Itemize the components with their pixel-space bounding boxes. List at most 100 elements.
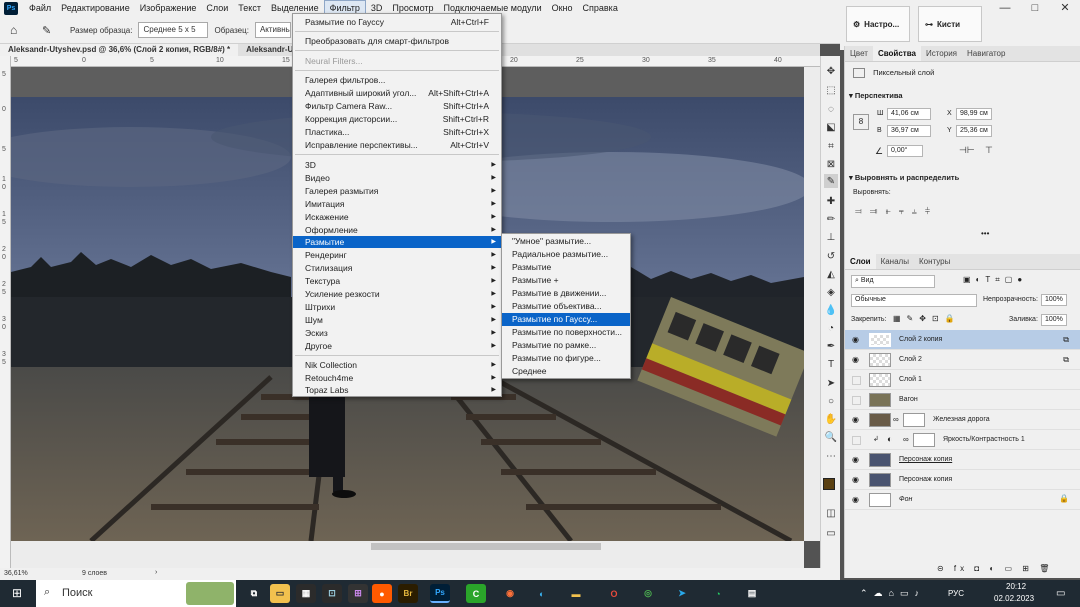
menu-help[interactable]: Справка [578, 0, 623, 17]
layer-mask-thumbnail[interactable] [913, 433, 935, 447]
pen-tool-icon[interactable]: ✒ [824, 339, 838, 353]
eyedropper-tool-icon[interactable]: ✎ [42, 24, 62, 37]
submenu-item-lens-blur[interactable]: Размытие объектива... [502, 300, 630, 313]
horizontal-scroll-thumb[interactable] [371, 543, 601, 550]
minimize-button[interactable]: — [990, 0, 1020, 17]
y-field[interactable]: 25,36 см [956, 125, 992, 137]
submenu-item-motion-blur[interactable]: Размытие в движении... [502, 287, 630, 300]
angle-field[interactable]: 0,00° [887, 145, 923, 157]
photoshop-icon[interactable]: Ps [430, 584, 450, 603]
layer-row[interactable]: ◉ Слой 2 ⧉ [845, 350, 1080, 370]
menu-item-nik-collection[interactable]: Nik Collection ▶ [293, 359, 501, 371]
telegram-icon[interactable]: ➤ [672, 584, 692, 603]
align-buttons-icon[interactable]: ⫤⫥⫦⫧⫨⫩ [855, 206, 938, 217]
menu-item-retouch4me[interactable]: Retouch4me ▶ [293, 372, 501, 384]
eye-icon[interactable]: ◉ [852, 336, 861, 344]
menu-item-sketch[interactable]: Эскиз ▶ [293, 327, 501, 339]
screen-mode-icon[interactable]: ▭ [824, 526, 838, 540]
file-explorer-icon[interactable]: ▭ [270, 584, 290, 603]
sample-size-select[interactable]: Среднее 5 х 5 [138, 22, 209, 38]
submenu-item-blur[interactable]: Размытие [502, 261, 630, 274]
tab-document-1[interactable]: Aleksandr-Utyshev.psd @ 36,6% (Слой 2 ко… [0, 44, 239, 56]
submenu-item-smart-blur[interactable]: "Умное" размытие... [502, 235, 630, 248]
menu-layers[interactable]: Слои [201, 0, 233, 17]
maximize-button[interactable]: □ [1020, 0, 1050, 17]
layer-row[interactable]: Слой 1 [845, 370, 1080, 390]
eye-hidden-icon[interactable] [852, 396, 861, 405]
tab-paths[interactable]: Контуры [914, 254, 955, 269]
tab-navigator[interactable]: Навигатор [962, 46, 1010, 61]
tab-properties[interactable]: Свойства [872, 46, 921, 61]
app-icon-2[interactable]: ⊡ [322, 584, 342, 603]
whatsapp-icon[interactable]: ◔ [708, 584, 728, 603]
firefox-icon[interactable]: ◉ [500, 584, 520, 603]
dodge-tool-icon[interactable]: ◔ [824, 321, 838, 335]
menu-item-video[interactable]: Видео ▶ [293, 172, 501, 184]
eye-hidden-icon[interactable] [852, 436, 861, 445]
edge-icon[interactable]: ◐ [532, 584, 552, 603]
flip-horizontal-icon[interactable]: ⊣⊢ [959, 145, 975, 156]
layer-row[interactable]: ◉ ∞ Железная дорога [845, 410, 1080, 430]
menu-item-filter-gallery[interactable]: Галерея фильтров... [293, 74, 501, 86]
shape-tool-icon[interactable]: ○ [824, 394, 838, 408]
opacity-field[interactable]: 100% [1041, 294, 1067, 306]
clone-stamp-icon[interactable]: ⊥ [824, 230, 838, 244]
move-tool-icon[interactable]: ✥ [824, 64, 838, 78]
fill-field[interactable]: 100% [1041, 314, 1067, 326]
menu-type[interactable]: Текст [233, 0, 266, 17]
menu-item-smart-filters[interactable]: Преобразовать для смарт-фильтров [293, 35, 501, 47]
menu-item-blur[interactable]: Размытие ▶ [293, 236, 501, 248]
layer-row[interactable]: ◉ Персонаж копия [845, 470, 1080, 490]
chrome-icon[interactable]: ◎ [638, 584, 658, 603]
crop-tool-icon[interactable]: ⌗ [824, 139, 838, 153]
quick-mask-icon[interactable]: ◫ [824, 506, 838, 520]
layers-bottom-icons[interactable]: ⊝ fx ◘ ◐ ▭ ⊞ 🗑 [937, 564, 1053, 573]
more-options[interactable]: ••• [981, 229, 989, 238]
folder-icon[interactable]: ▬ [566, 584, 586, 603]
language-indicator[interactable]: РУС [948, 589, 964, 598]
close-button[interactable]: ✕ [1050, 0, 1080, 17]
tab-layers[interactable]: Слои [845, 254, 876, 269]
quick-select-tool-icon[interactable]: ⬕ [824, 120, 838, 134]
eye-icon[interactable]: ◉ [852, 416, 861, 424]
zoom-level[interactable]: 36,61% [4, 570, 28, 577]
eye-icon[interactable]: ◉ [852, 456, 861, 464]
menu-window[interactable]: Окно [547, 0, 578, 17]
submenu-item-radial-blur[interactable]: Радиальное размытие... [502, 248, 630, 261]
artboard-tool-icon[interactable]: ⬚ [824, 83, 838, 97]
notifications-icon[interactable]: ▭ [1056, 588, 1065, 599]
width-field[interactable]: 41,06 см [887, 108, 931, 120]
menu-item-adaptive-wide-angle[interactable]: Адаптивный широкий угол... Alt+Shift+Ctrl… [293, 87, 501, 99]
opera-icon[interactable]: O [604, 584, 624, 603]
horizontal-scrollbar[interactable] [11, 541, 804, 568]
app-icon-3[interactable]: ⊞ [348, 584, 368, 603]
x-field[interactable]: 98,99 см [956, 108, 992, 120]
align-section[interactable]: ▾ Выровнять и распределить [849, 173, 959, 182]
eye-icon[interactable]: ◉ [852, 356, 861, 364]
lock-icons[interactable]: ▦✎✥⊡🔒 [893, 314, 961, 323]
menu-item-render[interactable]: Рендеринг ▶ [293, 249, 501, 261]
layer-row[interactable]: ◉ Персонаж копия [845, 450, 1080, 470]
blur-tool-icon[interactable]: 💧 [824, 303, 838, 317]
status-arrow-icon[interactable]: › [155, 569, 157, 576]
submenu-item-shape-blur[interactable]: Размытие по фигуре... [502, 352, 630, 365]
layer-mask-thumbnail[interactable] [903, 413, 925, 427]
menu-item-artistic[interactable]: Имитация ▶ [293, 198, 501, 210]
submenu-item-gaussian-blur[interactable]: Размытие по Гауссу... [502, 313, 630, 326]
layer-row[interactable]: ↲ ◐ ∞ Яркость/Контрастность 1 [845, 430, 1080, 450]
layer-filter-icons[interactable]: ▣◐T⌗▢● [963, 275, 1027, 285]
tab-channels[interactable]: Каналы [876, 254, 914, 269]
type-tool-icon[interactable]: T [824, 357, 838, 371]
brushes-panel-button[interactable]: ⊶ Кисти [918, 6, 982, 42]
menu-item-3d[interactable]: 3D ▶ [293, 159, 501, 171]
menu-item-last-filter[interactable]: Размытие по Гауссу Alt+Ctrl+F [293, 16, 501, 28]
menu-item-brush-strokes[interactable]: Штрихи ▶ [293, 301, 501, 313]
healing-brush-icon[interactable]: ✚ [824, 194, 838, 208]
edit-toolbar-icon[interactable]: ⋯ [824, 449, 838, 463]
layer-kind-filter[interactable]: ⌕ Вид [851, 275, 935, 288]
bridge-icon[interactable]: Br [398, 584, 418, 603]
home-icon[interactable]: ⌂ [10, 23, 28, 37]
menu-item-blur-gallery[interactable]: Галерея размытия ▶ [293, 185, 501, 197]
height-field[interactable]: 36,97 см [887, 125, 931, 137]
app-icon-5[interactable]: C [466, 584, 486, 603]
